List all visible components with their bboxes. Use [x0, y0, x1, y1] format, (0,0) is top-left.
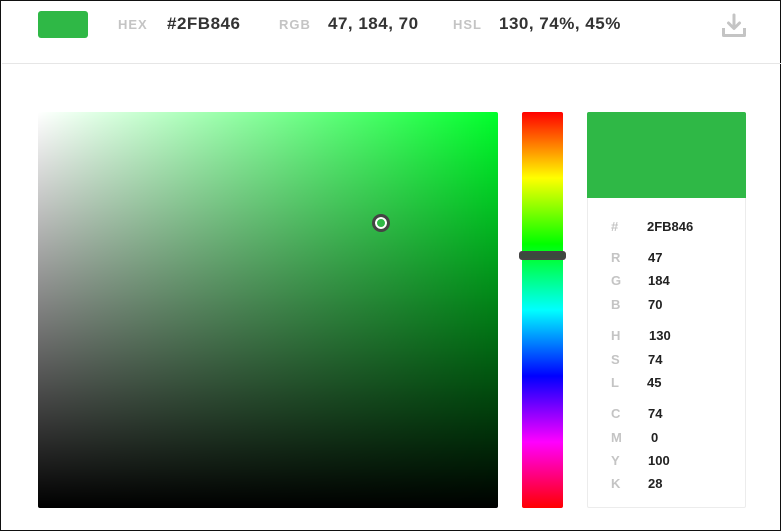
rgb-value[interactable]: 47, 184, 70	[328, 14, 419, 34]
hex-label: HEX	[118, 17, 148, 32]
red-value[interactable]: 47	[648, 250, 662, 265]
cyan-value[interactable]: 74	[648, 406, 662, 421]
lightness-value[interactable]: 45	[647, 375, 661, 390]
blue-label: B	[611, 297, 621, 312]
yellow-label: Y	[611, 453, 620, 468]
hue-value[interactable]: 130	[649, 328, 671, 343]
current-color-swatch	[38, 11, 88, 38]
color-picker-window: HEX #2FB846 RGB 47, 184, 70 HSL 130, 74%…	[0, 0, 781, 531]
red-label: R	[611, 250, 621, 265]
hue-slider[interactable]	[522, 112, 563, 508]
hex-row-value[interactable]: 2FB846	[647, 219, 693, 234]
saturation-label: S	[611, 352, 620, 367]
hex-value[interactable]: #2FB846	[167, 14, 240, 34]
blue-value[interactable]: 70	[648, 297, 662, 312]
lightness-label: L	[611, 375, 619, 390]
magenta-label: M	[611, 430, 622, 445]
yellow-value[interactable]: 100	[648, 453, 670, 468]
header-bar: HEX #2FB846 RGB 47, 184, 70 HSL 130, 74%…	[2, 2, 781, 64]
hue-slider-handle[interactable]	[519, 251, 566, 260]
green-label: G	[611, 273, 622, 288]
saturation-value-area[interactable]	[38, 112, 498, 508]
saturation-value[interactable]: 74	[648, 352, 662, 367]
download-icon[interactable]	[721, 13, 747, 39]
hue-label: H	[611, 328, 621, 343]
hsl-label: HSL	[453, 17, 482, 32]
hsl-value[interactable]: 130, 74%, 45%	[499, 14, 621, 34]
magenta-value[interactable]: 0	[651, 430, 658, 445]
saturation-value-handle[interactable]	[372, 214, 390, 232]
color-preview-swatch	[587, 112, 746, 198]
cyan-label: C	[611, 406, 621, 421]
green-value[interactable]: 184	[648, 273, 670, 288]
black-value[interactable]: 28	[648, 476, 662, 491]
rgb-label: RGB	[279, 17, 311, 32]
hex-row-label: #	[611, 219, 619, 234]
black-label: K	[611, 476, 621, 491]
